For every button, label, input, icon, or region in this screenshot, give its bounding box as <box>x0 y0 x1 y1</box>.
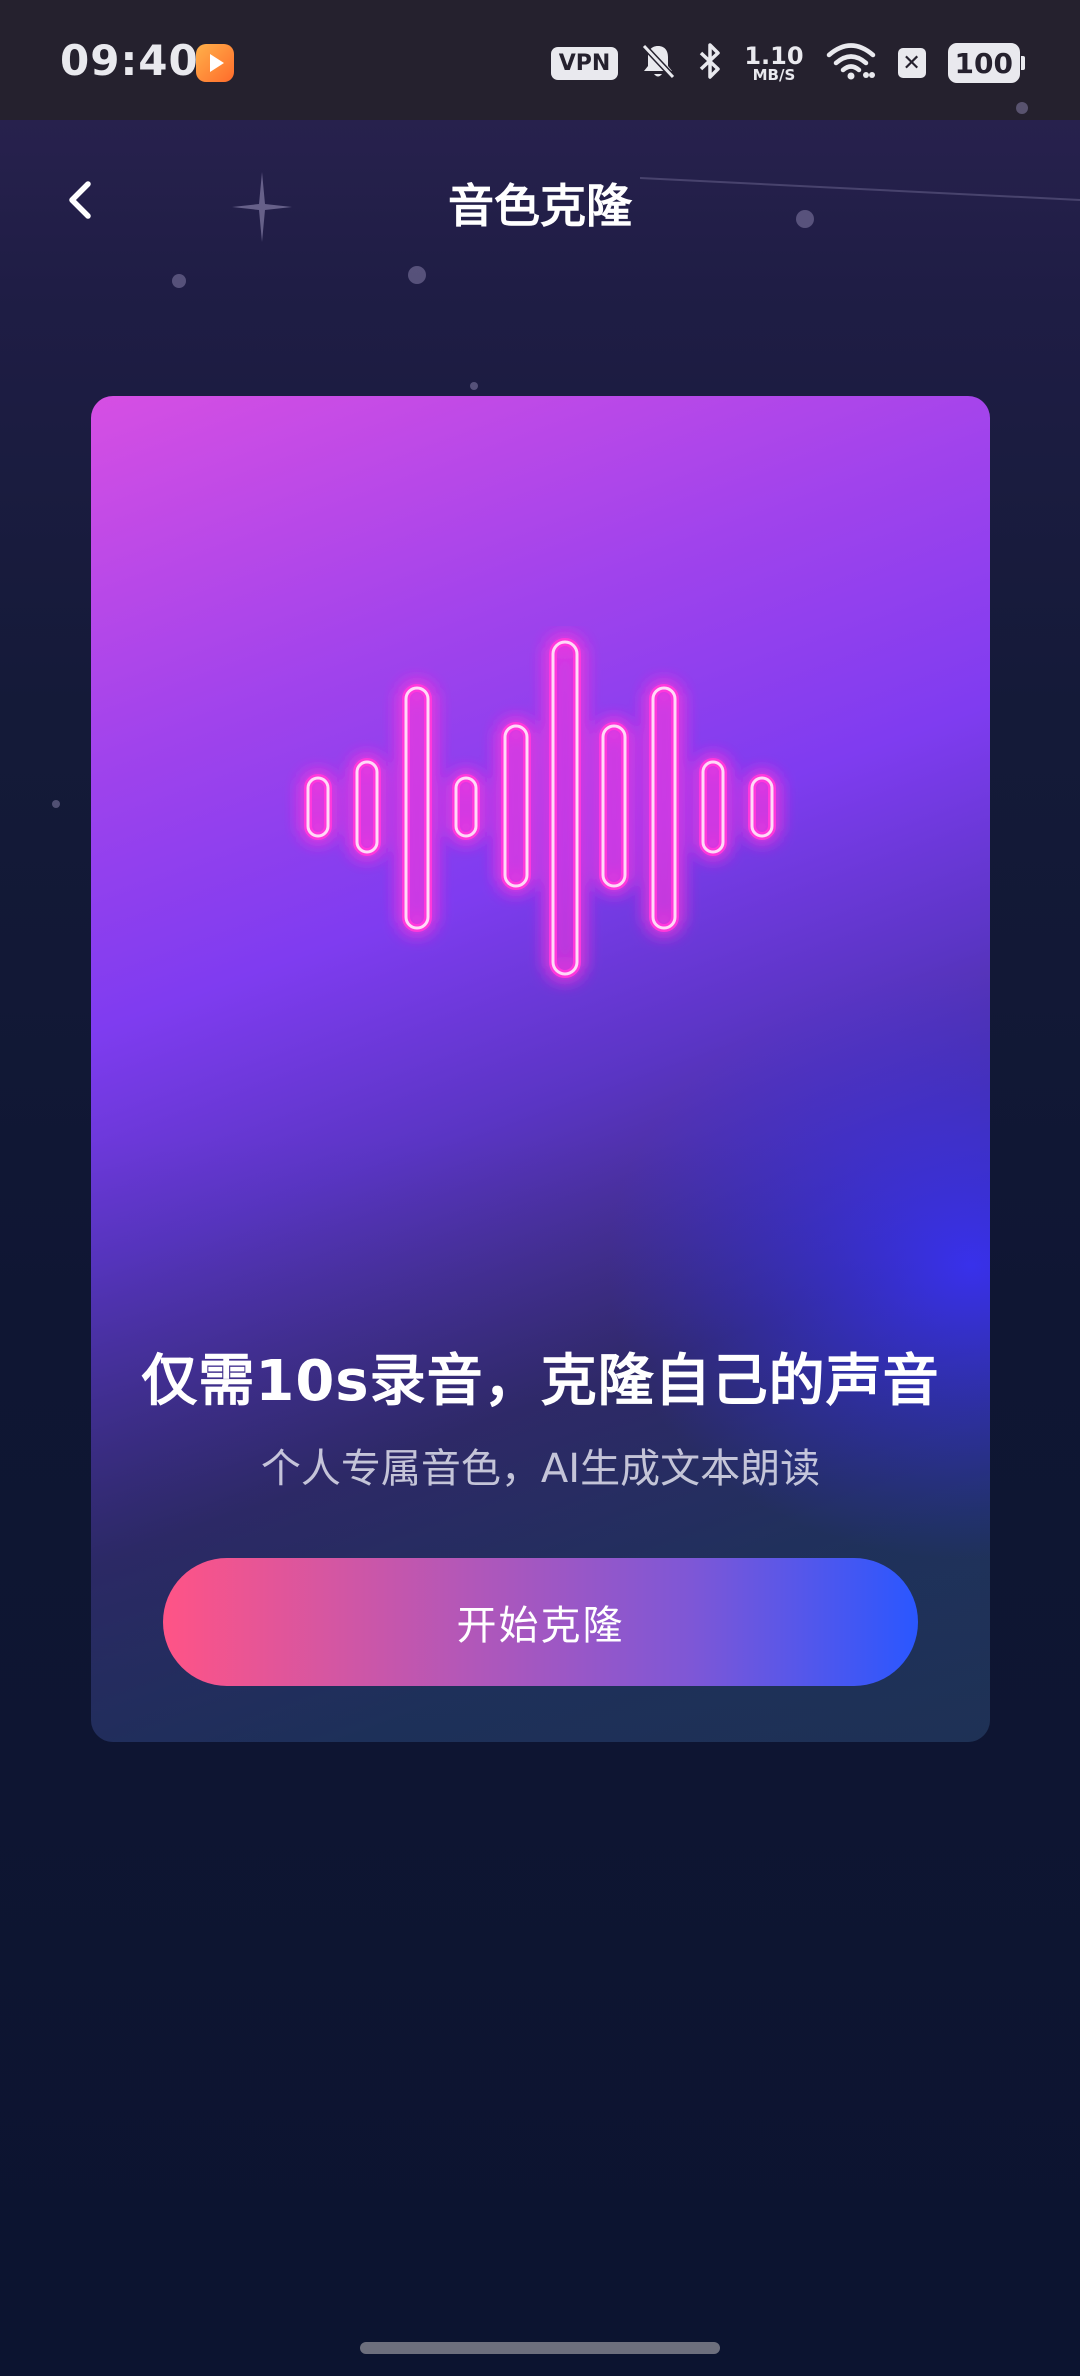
sound-wave-icon <box>304 638 776 978</box>
start-clone-button[interactable]: 开始克隆 <box>163 1558 918 1686</box>
bell-off-icon <box>640 42 676 84</box>
card-headline: 仅需10s录音，克隆自己的声音 <box>141 1349 940 1414</box>
background-dot <box>1016 102 1028 114</box>
battery-indicator: 100 <box>947 43 1026 83</box>
background-dot <box>470 382 478 390</box>
status-icons: VPN 1.10 MB/S ✕ 100 <box>550 40 1026 86</box>
wifi-icon <box>826 42 876 84</box>
home-indicator[interactable] <box>360 2342 720 2354</box>
background-dot <box>52 800 60 808</box>
voice-clone-card: 仅需10s录音，克隆自己的声音 个人专属音色，AI生成文本朗读 开始克隆 <box>91 396 990 1742</box>
sim-off-icon: ✕ <box>897 48 926 78</box>
page-title: 音色克隆 <box>448 179 632 233</box>
bluetooth-icon <box>698 42 722 84</box>
card-overlay <box>91 396 990 1742</box>
status-bar: 09:40 VPN 1.10 MB/S ✕ 100 <box>0 0 1080 120</box>
card-subline: 个人专属音色，AI生成文本朗读 <box>260 1446 821 1492</box>
video-app-icon <box>196 44 234 82</box>
page-header: 音色克隆 <box>0 120 1080 280</box>
vpn-badge: VPN <box>550 46 619 80</box>
status-time: 09:40 <box>60 36 199 85</box>
network-speed: 1.10 MB/S <box>744 41 804 84</box>
